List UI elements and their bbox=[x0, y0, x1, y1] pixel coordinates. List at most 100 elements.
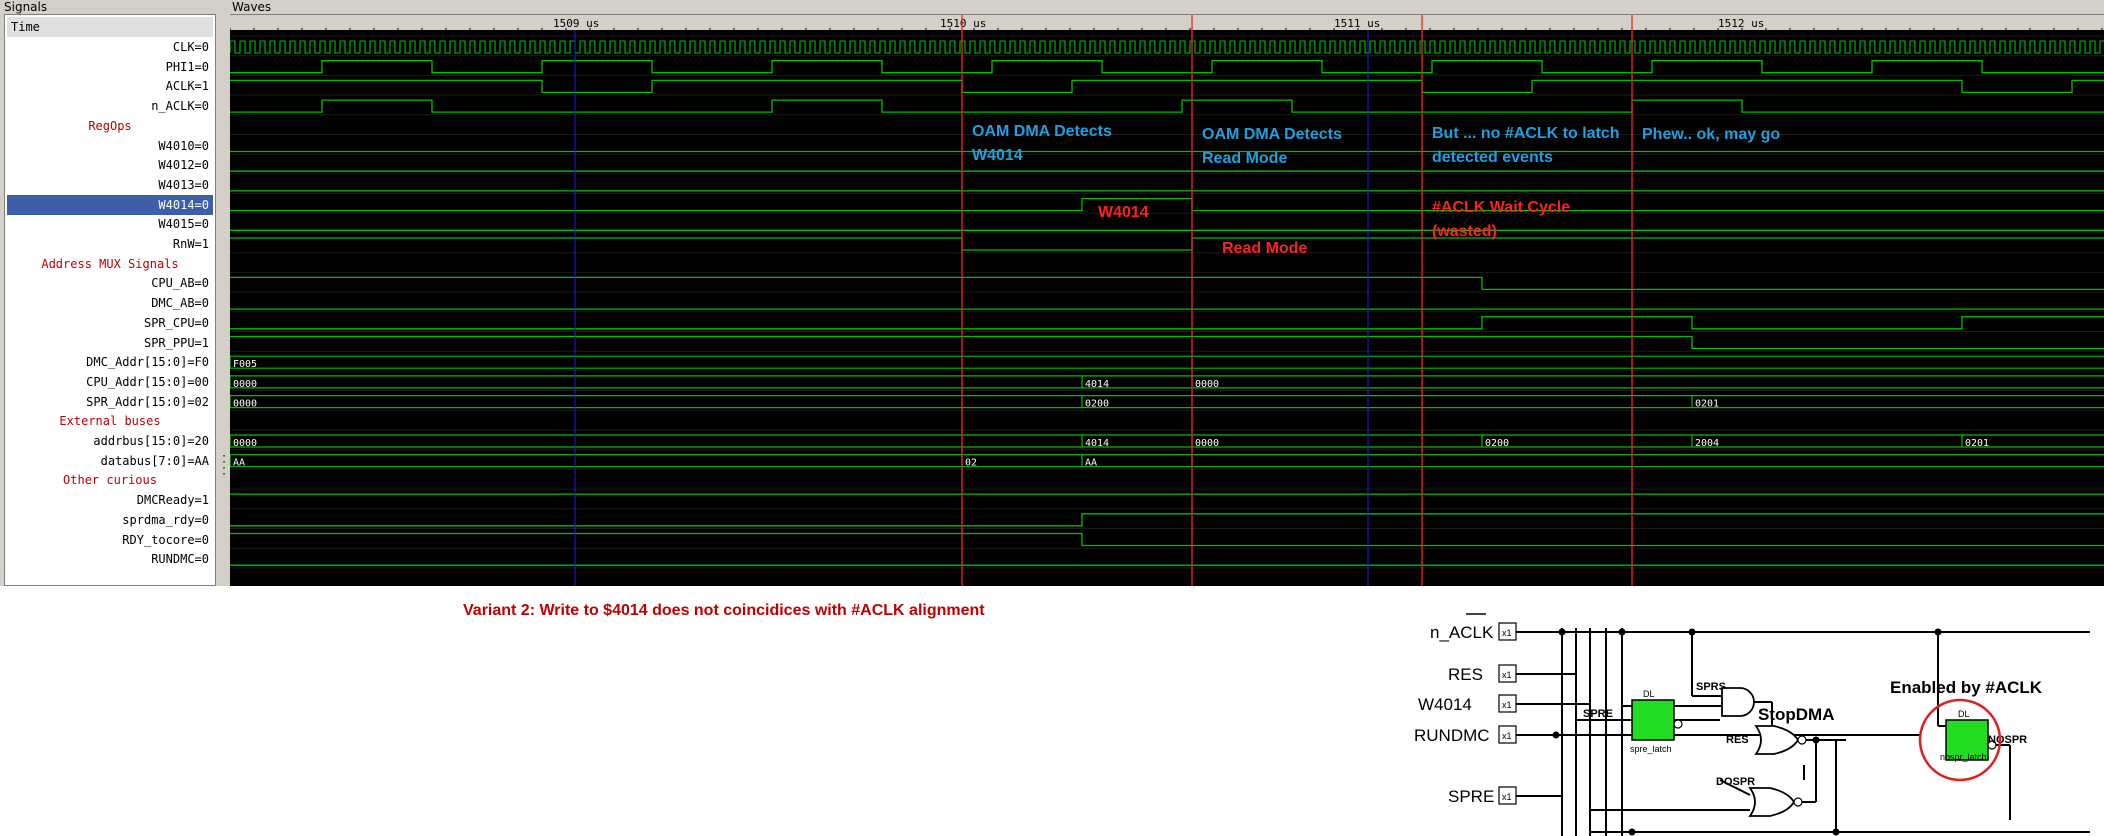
circuit-input-label: RUNDMC bbox=[1414, 726, 1490, 745]
dospr-nor-gate bbox=[1748, 787, 1796, 817]
annotation-no-aclk: But ... no #ACLK to latch bbox=[1432, 125, 1620, 142]
spr-addr-bus-value: 0200 bbox=[1085, 399, 1109, 410]
annotation-phew: Phew.. ok, may go bbox=[1642, 126, 1780, 143]
signal-row[interactable]: SPR_PPU=1 bbox=[7, 333, 213, 353]
time-axis-label: 1509 us bbox=[553, 17, 599, 30]
annotation-no-aclk: detected events bbox=[1432, 149, 1553, 166]
addrbus-bus-value: 0000 bbox=[233, 438, 257, 449]
addrbus-bus-value: 0000 bbox=[1195, 438, 1219, 449]
signal-row[interactable]: RDY_tocore=0 bbox=[7, 530, 213, 550]
spre-latch-block bbox=[1631, 699, 1675, 741]
cpu-addr-bus-segment bbox=[1191, 375, 2104, 389]
addrbus-bus-value: 2004 bbox=[1695, 438, 1719, 449]
circuit-pin-tag: x1 bbox=[1502, 731, 1512, 741]
spr-ppu-wave bbox=[230, 335, 2104, 350]
annotation-oam-detects-read: Read Mode bbox=[1202, 150, 1287, 167]
databus-bus-segment bbox=[1081, 454, 1192, 468]
signal-row[interactable]: W4013=0 bbox=[7, 175, 213, 195]
signal-group-header[interactable]: Other curious bbox=[7, 470, 213, 490]
latch-inverter-bubble bbox=[1673, 719, 1683, 729]
time-axis-label: 1512 us bbox=[1718, 17, 1764, 30]
dmc-addr-bus-segment bbox=[230, 355, 2104, 369]
signal-row[interactable]: SPR_Addr[15:0]=02 bbox=[7, 392, 213, 412]
time-axis-label: 1510 us bbox=[940, 17, 986, 30]
waves-panel[interactable]: 1509 us 1510 us 1511 us 1512 us F005 0000 4014… bbox=[230, 14, 2104, 586]
signal-row[interactable]: CLK=0 bbox=[7, 37, 213, 57]
annotation-wait-cycle: (wasted) bbox=[1432, 223, 1497, 240]
circuit-pin-tag: x1 bbox=[1502, 792, 1512, 802]
signal-row[interactable]: RUNDMC=0 bbox=[7, 549, 213, 569]
databus-bus-value: AA bbox=[1085, 458, 1097, 469]
waveform-canvas[interactable]: 1509 us 1510 us 1511 us 1512 us F005 0000 4014… bbox=[230, 15, 2104, 586]
signal-row[interactable]: W4010=0 bbox=[7, 136, 213, 156]
w4014-wave bbox=[230, 197, 2104, 212]
signal-row[interactable]: RnW=1 bbox=[7, 234, 213, 254]
cpu-addr-bus-value: 0000 bbox=[233, 379, 257, 390]
latch-label: DL bbox=[1958, 709, 1970, 719]
clk-wave bbox=[230, 40, 2104, 54]
signal-row[interactable]: W4012=0 bbox=[7, 155, 213, 175]
addrbus-bus-value: 4014 bbox=[1085, 438, 1109, 449]
rnw-wave bbox=[230, 237, 2104, 251]
time-header: Time bbox=[7, 17, 213, 37]
signal-row[interactable]: W4015=0 bbox=[7, 214, 213, 234]
net-spre-label: SPRE bbox=[1583, 708, 1613, 720]
addrbus-bus-segment bbox=[1481, 434, 1692, 448]
figure-caption: Variant 2: Write to $4014 does not coinc… bbox=[463, 602, 985, 619]
signal-row[interactable]: CPU_Addr[15:0]=00 bbox=[7, 372, 213, 392]
signal-row[interactable]: DMCReady=1 bbox=[7, 490, 213, 510]
annotation-oam-detects-w4014: OAM DMA Detects bbox=[972, 123, 1112, 140]
signal-row[interactable]: sprdma_rdy=0 bbox=[7, 510, 213, 530]
annotation-oam-detects-read: OAM DMA Detects bbox=[1202, 126, 1342, 143]
signals-panel-title: Signals bbox=[4, 0, 48, 14]
signal-group-header[interactable]: Address MUX Signals bbox=[7, 254, 213, 274]
annotation-read-mode: Read Mode bbox=[1222, 240, 1307, 257]
annotation-w4014: W4014 bbox=[1098, 204, 1149, 221]
circuit-junction bbox=[1558, 628, 1566, 636]
signals-list[interactable]: Time CLK=0 PHI1=0 ACLK=1 n_ACLK=0 RegOps W4010… bbox=[4, 14, 216, 586]
spr-addr-bus-segment bbox=[1081, 395, 1692, 409]
spr-addr-bus-segment bbox=[1691, 395, 2104, 409]
annotation-oam-detects-w4014: W4014 bbox=[972, 147, 1023, 164]
signal-row[interactable]: CPU_AB=0 bbox=[7, 273, 213, 293]
nor-inverter-bubble bbox=[1797, 735, 1807, 745]
aclk-wave bbox=[230, 79, 2104, 94]
databus-bus-value: AA bbox=[233, 458, 245, 469]
sprdma-rdy-wave bbox=[230, 513, 2104, 527]
phi1-wave bbox=[230, 60, 2104, 74]
signal-row[interactable]: databus[7:0]=AA bbox=[7, 451, 213, 471]
circuit-input-label: RES bbox=[1448, 665, 1483, 684]
net-res-label: RES bbox=[1726, 734, 1749, 746]
circuit-input-label: SPRE bbox=[1448, 787, 1494, 806]
spr-addr-bus-value: 0201 bbox=[1695, 399, 1719, 410]
circuit-junction bbox=[1552, 731, 1560, 739]
databus-bus-segment bbox=[230, 454, 962, 468]
signal-group-header[interactable]: External buses bbox=[7, 411, 213, 431]
cpu-addr-bus-value: 4014 bbox=[1085, 379, 1109, 390]
signal-row[interactable]: ACLK=1 bbox=[7, 76, 213, 96]
signal-row[interactable]: PHI1=0 bbox=[7, 57, 213, 77]
signal-row[interactable]: DMC_Addr[15:0]=F0 bbox=[7, 352, 213, 372]
circuit-junction bbox=[1628, 828, 1636, 836]
signal-row[interactable]: DMC_AB=0 bbox=[7, 293, 213, 313]
nospr-latch-name: nospr_latch bbox=[1940, 752, 1987, 762]
dmc-addr-bus-value: F005 bbox=[233, 359, 257, 370]
addrbus-bus-segment bbox=[1691, 434, 1962, 448]
panel-splitter[interactable]: · · · · bbox=[218, 14, 228, 586]
circuit-schematic: n_ACLK x1 RES x1 W4014 x1 RUNDMC x1 SPRE x1 SPRE DL… bbox=[1414, 613, 2090, 836]
signal-group-header[interactable]: RegOps bbox=[7, 116, 213, 136]
signal-row[interactable]: addrbus[15:0]=20 bbox=[7, 431, 213, 451]
signal-row[interactable]: n_ACLK=0 bbox=[7, 96, 213, 116]
spr-cpu-wave bbox=[230, 316, 2104, 330]
latch-label: DL bbox=[1643, 689, 1655, 699]
databus-bus-segment bbox=[961, 454, 1082, 468]
nor-inverter-bubble bbox=[1793, 797, 1803, 807]
signal-row[interactable]: W4014=0 bbox=[7, 194, 213, 215]
addrbus-bus-segment bbox=[1191, 434, 1482, 448]
enabled-note: Enabled by #ACLK bbox=[1890, 678, 2043, 697]
cpu-addr-bus-segment bbox=[230, 375, 1082, 389]
waveform-viewer: Signals Waves Time CLK=0 PHI1=0 ACLK=1 n_ACL… bbox=[0, 0, 2104, 586]
circuit-pin-tag: x1 bbox=[1502, 700, 1512, 710]
and-gate bbox=[1721, 687, 1755, 717]
signal-row[interactable]: SPR_CPU=0 bbox=[7, 313, 213, 333]
